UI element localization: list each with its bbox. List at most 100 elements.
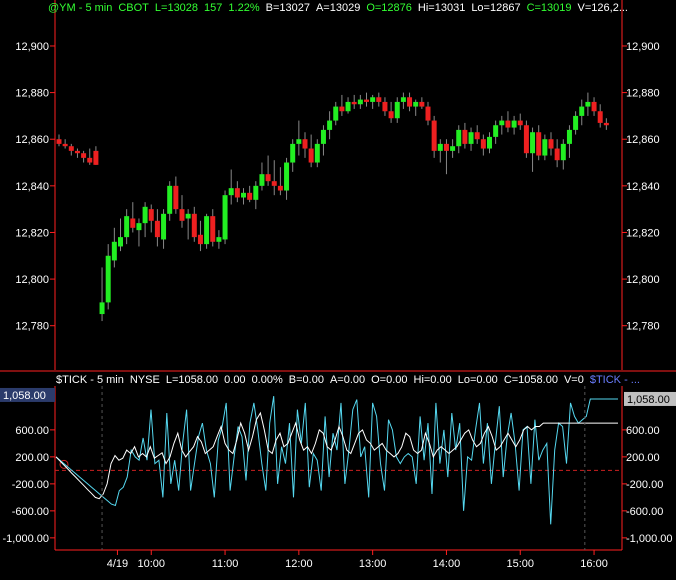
- candle-body: [437, 143, 443, 151]
- price-open: O=12876: [366, 2, 412, 14]
- candle-body: [364, 99, 369, 102]
- tick-open: O=0.00: [371, 374, 408, 386]
- candle-body: [468, 132, 474, 144]
- candle-body: [511, 120, 517, 128]
- price-symbol: @YM - 5 min: [48, 2, 113, 14]
- candle-body: [253, 185, 259, 200]
- candle-body: [536, 132, 542, 156]
- candle-body: [456, 129, 462, 147]
- left-value-label: 1,058.00: [3, 390, 46, 402]
- candle-body: [130, 218, 136, 228]
- current-value-label: 1,058.00: [627, 394, 670, 406]
- price-low: Lo=12867: [471, 2, 521, 14]
- candle-body: [351, 101, 357, 105]
- candle-body: [191, 213, 197, 238]
- candle-body: [136, 223, 142, 231]
- candle-body: [400, 97, 406, 102]
- candle-body: [167, 185, 173, 214]
- tick-tick-label-right: 600.00: [626, 425, 660, 437]
- price-tick-label-right: 12,860: [626, 134, 660, 146]
- tick-tick-label-right: -1,000.00: [626, 533, 672, 545]
- candle-body: [111, 241, 117, 261]
- candle-body: [450, 146, 456, 151]
- x-tick-label: 15:00: [506, 558, 534, 570]
- candle-body: [413, 101, 419, 107]
- tick-close: C=1058.00: [503, 374, 558, 386]
- price-tick-label-right: 12,780: [626, 321, 660, 333]
- tick-tick-label-right: 200.00: [626, 452, 660, 464]
- candle-body: [388, 111, 394, 119]
- candle-body: [124, 216, 130, 238]
- tick-tick-label-right: -600.00: [626, 506, 663, 518]
- candle-body: [142, 206, 148, 224]
- x-tick-label: 11:00: [212, 558, 239, 570]
- candle-body: [394, 101, 400, 119]
- candle-body: [284, 162, 290, 191]
- tick-smooth-line: [55, 411, 618, 500]
- tick-exchange: NYSE: [129, 374, 160, 386]
- tick-tick-label-left: -1,000.00: [3, 533, 49, 545]
- x-tick-label: 16:00: [580, 558, 608, 570]
- tick-high: Hi=0.00: [413, 374, 452, 386]
- price-tick-label-left: 12,800: [15, 274, 49, 286]
- price-last: L=13028: [154, 2, 199, 14]
- candle-body: [425, 106, 431, 121]
- x-tick-label: 12:00: [285, 558, 313, 570]
- tick-panel-frame: [54, 386, 623, 551]
- candle-body: [320, 129, 326, 144]
- candle-body: [493, 125, 499, 137]
- candle-body: [277, 185, 283, 191]
- candle-body: [62, 143, 68, 147]
- candle-body: [93, 150, 99, 165]
- candle-body: [333, 106, 339, 121]
- tick-tick-label-left: 600.00: [15, 425, 49, 437]
- candle-body: [118, 237, 123, 247]
- candle-body: [179, 209, 185, 221]
- candle-body: [560, 143, 566, 161]
- candle-body: [487, 136, 492, 149]
- candle-body: [499, 120, 505, 126]
- candle-body: [296, 139, 302, 144]
- candle-body: [210, 216, 216, 242]
- candle-body: [407, 97, 413, 107]
- candle-body: [308, 148, 314, 163]
- candle-body: [99, 302, 105, 315]
- candle-body: [382, 101, 388, 112]
- candle-body: [241, 192, 246, 198]
- tick-last: L=1058.00: [165, 374, 219, 386]
- x-tick-label: 10:00: [137, 558, 165, 570]
- candle-body: [339, 106, 345, 112]
- candle-body: [542, 139, 548, 156]
- x-axis: 4/19 10:00 11:00 12:00 13:00 14:00 15:00 16:00: [101, 386, 608, 570]
- tick-lines: [55, 396, 622, 525]
- price-tick-label-right: 12,900: [626, 41, 660, 53]
- price-header: @YM - 5 min CBOT L=13028 157 1.22% B=13027 A=1…: [48, 2, 634, 14]
- chart-svg: 12,780 12,780 12,800 12,800 12,820 12,820 12,8…: [0, 0, 676, 570]
- candle-body: [148, 209, 154, 221]
- x-tick-label: 13:00: [359, 558, 387, 570]
- candle-body: [290, 143, 296, 163]
- price-exchange: CBOT: [118, 2, 149, 14]
- candle-body: [530, 132, 536, 154]
- tick-tick-label-left: 200.00: [15, 452, 49, 464]
- candle-body: [74, 150, 80, 154]
- candle-body: [505, 120, 511, 128]
- candle-body: [345, 101, 351, 112]
- tick-series-line: [55, 396, 618, 525]
- candle-body: [591, 101, 597, 112]
- candle-body: [357, 99, 363, 105]
- tick-ask: A=0.00: [329, 374, 366, 386]
- candle-body: [431, 120, 437, 151]
- candle-body: [87, 157, 93, 163]
- candle-body: [222, 195, 228, 240]
- candle-body: [234, 188, 240, 198]
- candle-body: [579, 106, 585, 116]
- price-tick-label-right: 12,840: [626, 181, 660, 193]
- price-tick-label-left: 12,900: [15, 41, 49, 53]
- candle-body: [585, 101, 591, 107]
- candle-body: [573, 115, 579, 130]
- price-y-axis: 12,780 12,780 12,800 12,800 12,820 12,820 12,8…: [15, 41, 659, 333]
- price-tick-label-right: 12,880: [626, 88, 660, 100]
- tick-header: $TICK - 5 min NYSE L=1058.00 0.00 0.00% B=0.0…: [56, 374, 646, 386]
- candle-body: [462, 129, 468, 144]
